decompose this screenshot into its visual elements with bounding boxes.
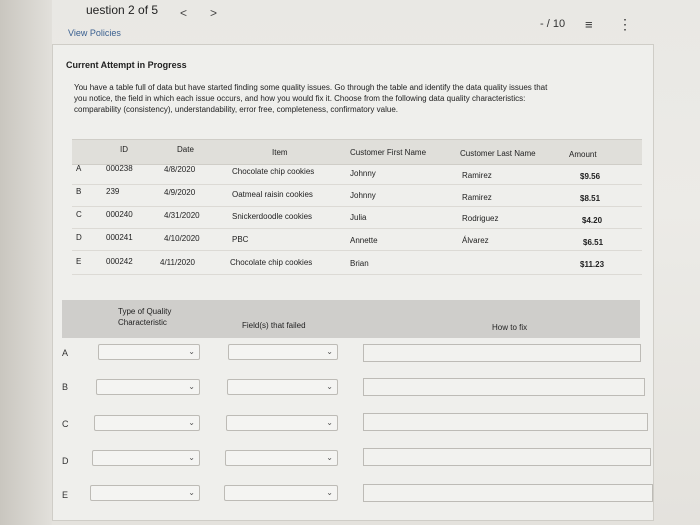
cell-id: 000238 <box>106 164 133 173</box>
cell-id: 000242 <box>106 257 133 266</box>
instruction-line: comparability (consistency), understanda… <box>74 105 398 114</box>
how-to-fix-input[interactable] <box>363 484 653 502</box>
chevron-down-icon: ⌄ <box>188 347 195 356</box>
column-header-quality-type: Type of Quality Characteristic <box>118 307 172 327</box>
chevron-down-icon: ⌄ <box>188 418 195 427</box>
row-label: A <box>76 164 82 173</box>
attempt-status: Current Attempt in Progress <box>66 60 187 70</box>
cell-amount: $6.51 <box>583 238 604 247</box>
how-to-fix-input[interactable] <box>363 448 651 466</box>
row-divider <box>72 206 642 207</box>
how-to-fix-input[interactable] <box>363 344 641 362</box>
cell-date: 4/31/2020 <box>164 211 200 220</box>
column-header-fields-failed: Field(s) that failed <box>242 321 306 330</box>
cell-first-name: Johnny <box>350 191 376 200</box>
question-instructions: You have a table full of data but have s… <box>74 82 624 115</box>
row-divider <box>72 228 642 229</box>
quality-type-select[interactable]: ⌄ <box>96 379 200 395</box>
top-bar: uestion 2 of 5 < > - / 10 ≡ ⋮ <box>0 0 700 48</box>
row-label: C <box>76 210 82 219</box>
row-divider <box>72 274 642 275</box>
quality-type-select[interactable]: ⌄ <box>94 415 200 431</box>
fields-failed-select[interactable]: ⌄ <box>226 415 338 431</box>
prev-question-button[interactable]: < <box>180 6 187 20</box>
row-divider <box>72 250 642 251</box>
photo-edge-shadow <box>0 0 52 525</box>
cell-first-name: Brian <box>350 259 369 268</box>
answer-row-label: D <box>62 456 69 466</box>
cell-item: Oatmeal raisin cookies <box>232 190 313 199</box>
column-header-id: ID <box>120 145 128 154</box>
quality-type-select[interactable]: ⌄ <box>98 344 200 360</box>
fields-failed-select[interactable]: ⌄ <box>228 344 338 360</box>
chevron-down-icon: ⌄ <box>188 453 195 462</box>
instruction-line: You have a table full of data but have s… <box>74 83 548 92</box>
chevron-down-icon: ⌄ <box>188 488 195 497</box>
cell-date: 4/11/2020 <box>160 258 195 267</box>
data-table-header: ID Date Item Customer First Name Custome… <box>72 139 642 165</box>
instruction-line: you notice, the field in which each issu… <box>74 94 526 103</box>
chevron-down-icon: ⌄ <box>326 488 333 497</box>
answer-table-header: Type of Quality Characteristic Field(s) … <box>62 300 640 338</box>
cell-last-name: Ramirez <box>462 171 492 180</box>
column-header-date: Date <box>177 145 194 154</box>
fields-failed-select[interactable]: ⌄ <box>225 450 338 466</box>
question-list-icon[interactable]: ≡ <box>585 17 593 32</box>
page: uestion 2 of 5 < > - / 10 ≡ ⋮ View Polic… <box>0 0 700 525</box>
how-to-fix-input[interactable] <box>363 378 645 396</box>
column-header-amount: Amount <box>569 150 597 159</box>
answer-row-label: E <box>62 490 69 500</box>
fields-failed-select[interactable]: ⌄ <box>224 485 338 501</box>
score-display: - / 10 <box>540 18 566 30</box>
cell-item: PBC <box>232 235 249 244</box>
cell-amount: $8.51 <box>580 194 601 203</box>
column-header-item: Item <box>272 148 288 157</box>
more-options-icon[interactable]: ⋮ <box>618 16 632 33</box>
cell-id: 239 <box>106 187 120 196</box>
row-label: B <box>76 187 82 196</box>
chevron-down-icon: ⌄ <box>326 453 333 462</box>
cell-last-name: Rodriguez <box>462 214 499 223</box>
cell-first-name: Johnny <box>350 169 376 178</box>
cell-id: 000241 <box>106 233 133 242</box>
cell-item: Snickerdoodle cookies <box>232 212 313 221</box>
cell-last-name: Álvarez <box>462 236 489 245</box>
cell-date: 4/8/2020 <box>164 165 196 174</box>
cell-date: 4/9/2020 <box>164 188 196 197</box>
cell-date: 4/10/2020 <box>164 234 200 243</box>
cell-amount: $9.56 <box>580 172 601 181</box>
answer-row-label: A <box>62 348 69 358</box>
row-label: D <box>76 233 82 242</box>
quality-type-select[interactable]: ⌄ <box>90 485 200 501</box>
answer-row-label: C <box>62 419 69 429</box>
next-question-button[interactable]: > <box>210 6 217 20</box>
row-divider <box>72 184 642 185</box>
quality-type-select[interactable]: ⌄ <box>92 450 200 466</box>
chevron-down-icon: ⌄ <box>188 382 195 391</box>
row-label: E <box>76 257 82 266</box>
cell-amount: $11.23 <box>580 260 605 269</box>
fields-failed-select[interactable]: ⌄ <box>227 379 338 395</box>
question-counter: uestion 2 of 5 <box>86 3 159 17</box>
cell-id: 000240 <box>106 210 133 219</box>
answer-row-label: B <box>62 382 69 392</box>
how-to-fix-input[interactable] <box>363 413 648 431</box>
cell-first-name: Annette <box>350 236 378 245</box>
chevron-down-icon: ⌄ <box>326 382 333 391</box>
chevron-down-icon: ⌄ <box>326 347 333 356</box>
cell-item: Chocolate chip cookies <box>230 258 313 267</box>
cell-amount: $4.20 <box>582 216 603 225</box>
column-header-how-to-fix: How to fix <box>492 323 528 332</box>
cell-item: Chocolate chip cookies <box>232 167 315 176</box>
cell-first-name: Julia <box>350 213 367 222</box>
cell-last-name: Ramirez <box>462 193 492 202</box>
view-policies-link[interactable]: View Policies <box>68 28 121 38</box>
column-header-last-name: Customer Last Name <box>460 149 536 158</box>
column-header-first-name: Customer First Name <box>350 148 427 157</box>
chevron-down-icon: ⌄ <box>326 418 333 427</box>
